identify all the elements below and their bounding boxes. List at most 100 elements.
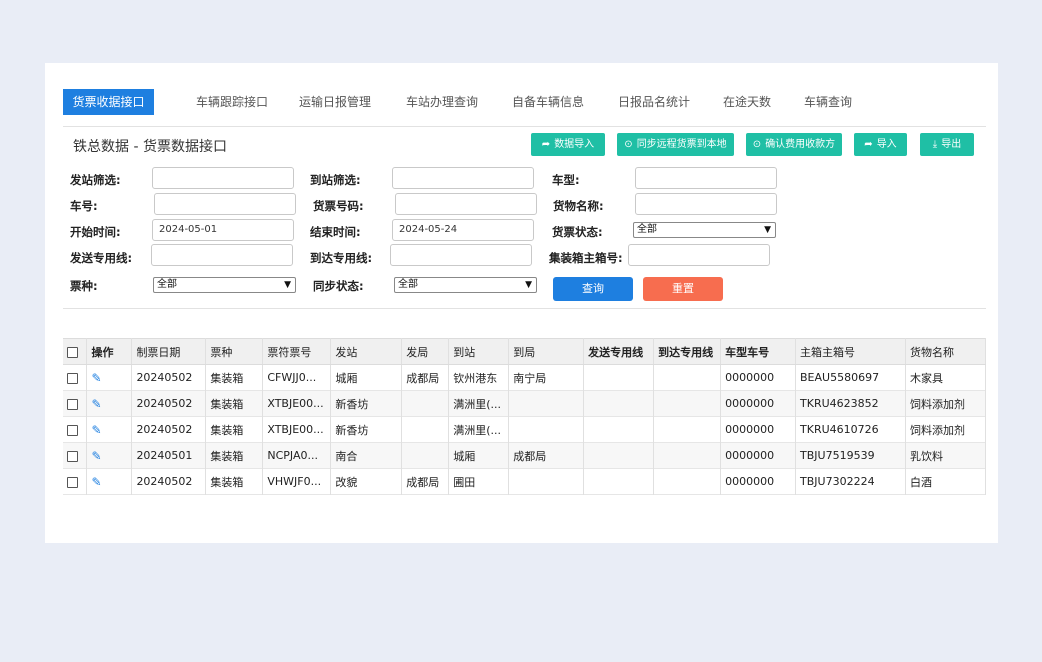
query-button[interactable]: 查询	[553, 277, 633, 301]
edit-cell[interactable]: ✎	[86, 390, 133, 417]
table-row[interactable]: ✎ 20240501 集装箱 NCPJA0... 南合 城厢 成都局 0000000 TBJU7…	[63, 442, 987, 469]
to-station-input[interactable]	[392, 167, 534, 189]
tab-daily-report[interactable]: 运输日报管理	[290, 89, 380, 115]
start-time-label: 开始时间:	[70, 225, 121, 239]
car-no-input[interactable]	[154, 193, 296, 215]
from-station-input[interactable]	[152, 167, 294, 189]
table-row[interactable]: ✎ 20240502 集装箱 XTBJE00... 新香坊 满洲里(... 0000000 T…	[63, 390, 987, 417]
table-row[interactable]: ✎ 20240502 集装箱 CFWJJ0... 城厢 成都局 钦州港东 南宁局 0000000…	[63, 364, 987, 391]
car-type-input[interactable]	[635, 167, 777, 189]
header-cell[interactable]: 票种	[205, 338, 264, 365]
header-cell[interactable]: 票符票号	[262, 338, 332, 365]
table-cell: 满洲里(...	[448, 390, 510, 417]
ticket-no-input[interactable]	[395, 193, 537, 215]
table-cell: TBJU7302224	[795, 468, 906, 495]
table-cell: BEAU5580697	[795, 364, 906, 391]
share-icon: ➦	[541, 139, 551, 150]
start-time-input[interactable]: 2024-05-01	[152, 219, 294, 241]
sync-status-select[interactable]: 全部 ▼	[394, 277, 537, 293]
table-cell: VHWJF0...	[262, 468, 332, 495]
table-cell	[508, 416, 585, 443]
checkbox-icon	[67, 398, 78, 410]
row-checkbox[interactable]	[63, 442, 88, 469]
table-cell: 钦州港东	[448, 364, 510, 391]
table-cell: 0000000	[720, 364, 797, 391]
table-cell: 集装箱	[205, 364, 264, 391]
edit-icon[interactable]: ✎	[91, 397, 101, 411]
edit-cell[interactable]: ✎	[86, 416, 133, 443]
row-checkbox[interactable]	[63, 364, 88, 391]
table-row[interactable]: ✎ 20240502 集装箱 XTBJE00... 新香坊 满洲里(... 0000000 T…	[63, 416, 987, 443]
header-cell[interactable]: 到站	[448, 338, 510, 365]
edit-cell[interactable]: ✎	[86, 468, 133, 495]
header-cell[interactable]: 主箱主箱号	[795, 338, 906, 365]
table-cell: TKRU4610726	[795, 416, 906, 443]
table-cell: TBJU7519539	[795, 442, 906, 469]
table-cell	[508, 468, 585, 495]
confirm-payee-button[interactable]: ⊙ 确认费用收款方	[746, 133, 842, 156]
table-row[interactable]: ✎ 20240502 集装箱 VHWJF0... 改貌 成都局 圃田 0000000 TBJU7…	[63, 468, 987, 495]
send-line-label: 发送专用线:	[70, 251, 133, 265]
table-cell: 0000000	[720, 442, 797, 469]
header-cell[interactable]: 发局	[401, 338, 450, 365]
car-type-label: 车型:	[552, 173, 580, 187]
edit-icon[interactable]: ✎	[91, 449, 101, 463]
table-cell: 20240502	[131, 468, 207, 495]
import-button[interactable]: ➦ 导入	[854, 133, 907, 156]
tab-vehicle-query[interactable]: 车辆查询	[798, 89, 858, 115]
container-input[interactable]	[628, 244, 770, 266]
sync-remote-button[interactable]: ⊙ 同步远程货票到本地	[617, 133, 734, 156]
ticket-status-select[interactable]: 全部 ▼	[633, 222, 776, 238]
export-button[interactable]: ⤓ 导出	[920, 133, 974, 156]
confirm-payee-label: 确认费用收款方	[765, 139, 836, 150]
from-station-label: 发站筛选:	[70, 173, 121, 187]
chevron-down-icon: ▼	[764, 225, 771, 235]
table-cell	[583, 416, 655, 443]
edit-cell[interactable]: ✎	[86, 442, 133, 469]
row-checkbox[interactable]	[63, 390, 88, 417]
header-cell[interactable]: 到局	[508, 338, 585, 365]
checkbox-icon	[67, 424, 78, 436]
header-cell[interactable]: 到达专用线	[653, 338, 722, 365]
tab-station-query[interactable]: 车站办理查询	[395, 89, 489, 115]
tab-transit-days[interactable]: 在途天数	[713, 89, 781, 115]
table-cell: NCPJA0...	[262, 442, 332, 469]
edit-icon[interactable]: ✎	[91, 423, 101, 437]
row-checkbox[interactable]	[63, 468, 88, 495]
edit-icon[interactable]: ✎	[91, 371, 101, 385]
reset-button[interactable]: 重置	[643, 277, 723, 301]
table-cell: 0000000	[720, 468, 797, 495]
header-cell[interactable]: 货物名称	[905, 338, 987, 365]
send-line-input[interactable]	[151, 244, 293, 266]
ticket-status-label: 货票状态:	[552, 225, 603, 239]
sync-remote-label: 同步远程货票到本地	[636, 139, 727, 150]
tab-ticket-receipt[interactable]: 货票收据接口	[63, 89, 154, 115]
table-cell: 20240502	[131, 416, 207, 443]
table-cell	[653, 468, 722, 495]
row-checkbox[interactable]	[63, 416, 88, 443]
tab-own-vehicles[interactable]: 自备车辆信息	[503, 89, 593, 115]
tab-goods-stats[interactable]: 日报品名统计	[609, 89, 699, 115]
end-time-input[interactable]: 2024-05-24	[392, 219, 534, 241]
select-all-checkbox[interactable]	[63, 338, 88, 365]
tab-vehicle-tracking[interactable]: 车辆跟踪接口	[179, 89, 285, 115]
edit-icon[interactable]: ✎	[91, 475, 101, 489]
arrive-line-input[interactable]	[390, 244, 532, 266]
ticket-kind-select[interactable]: 全部 ▼	[153, 277, 296, 293]
table-cell: 圃田	[448, 468, 510, 495]
chevron-down-icon: ▼	[284, 280, 291, 290]
header-cell[interactable]: 发送专用线	[583, 338, 655, 365]
header-cell[interactable]: 车型车号	[720, 338, 797, 365]
table-cell	[583, 390, 655, 417]
header-cell[interactable]: 发站	[330, 338, 403, 365]
table-cell: 改貌	[330, 468, 403, 495]
edit-cell[interactable]: ✎	[86, 364, 133, 391]
ticket-kind-label: 票种:	[70, 279, 98, 293]
table-cell	[508, 390, 585, 417]
container-label: 集装箱主箱号:	[549, 251, 623, 265]
data-import-button[interactable]: ➦ 数据导入	[531, 133, 605, 156]
export-label: 导出	[941, 139, 962, 150]
header-cell[interactable]: 制票日期	[131, 338, 207, 365]
table-cell: 集装箱	[205, 442, 264, 469]
goods-name-input[interactable]	[635, 193, 777, 215]
